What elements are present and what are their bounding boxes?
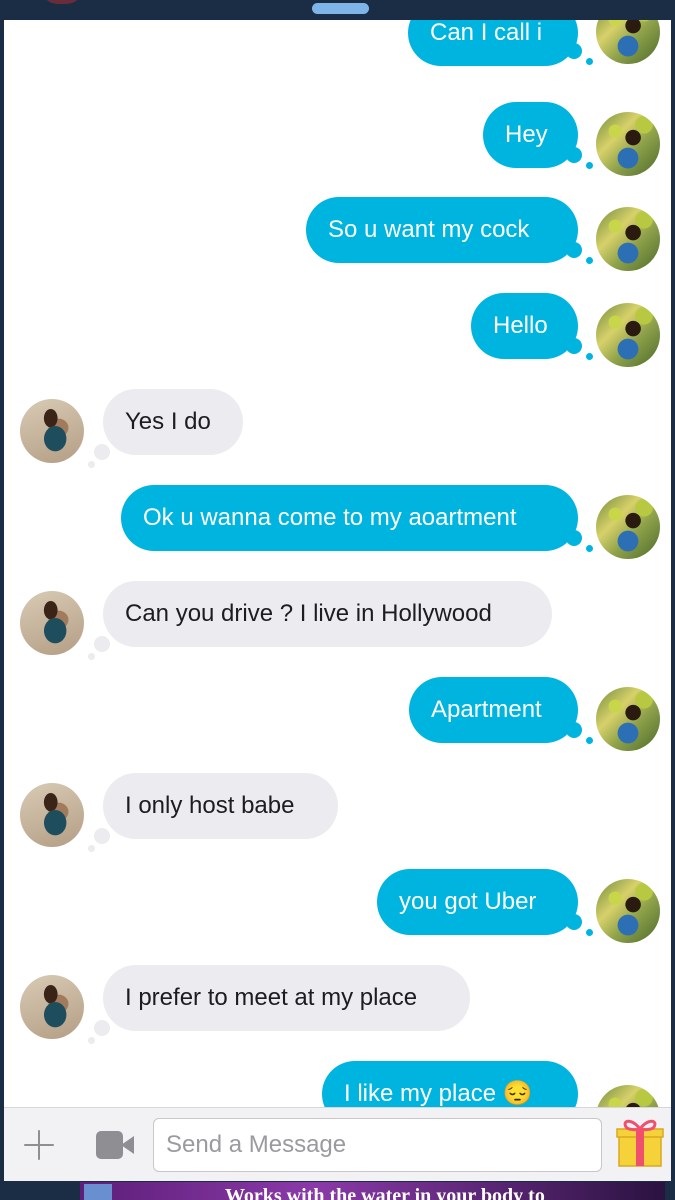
message-bubble[interactable]: Can I call i bbox=[408, 20, 578, 66]
message-bubble[interactable]: I only host babe bbox=[103, 773, 338, 839]
top-bar bbox=[0, 0, 675, 20]
message-row: I like my place 😔 bbox=[4, 1061, 671, 1107]
message-row: I prefer to meet at my place bbox=[4, 965, 671, 1045]
partial-avatar bbox=[40, 0, 84, 4]
bubble-tail bbox=[94, 1020, 110, 1036]
message-bubble[interactable]: you got Uber bbox=[377, 869, 578, 935]
bubble-tail bbox=[586, 545, 593, 552]
message-bubble[interactable]: Hello bbox=[471, 293, 578, 359]
plus-icon[interactable] bbox=[22, 1128, 56, 1162]
bubble-tail bbox=[586, 353, 593, 360]
bubble-tail bbox=[566, 242, 582, 258]
composer-bar bbox=[4, 1107, 671, 1181]
my-avatar[interactable] bbox=[596, 112, 660, 176]
bubble-tail bbox=[586, 162, 593, 169]
video-camera-icon[interactable] bbox=[96, 1131, 136, 1159]
my-avatar[interactable] bbox=[596, 303, 660, 367]
message-row: Can I call i bbox=[4, 20, 671, 80]
message-input[interactable] bbox=[153, 1118, 602, 1172]
message-bubble[interactable]: I like my place 😔 bbox=[322, 1061, 578, 1107]
message-bubble[interactable]: I prefer to meet at my place bbox=[103, 965, 470, 1031]
bubble-tail bbox=[586, 257, 593, 264]
ad-text: Works with the water in your body to bbox=[225, 1185, 545, 1200]
message-row: Hey bbox=[4, 102, 671, 182]
my-avatar[interactable] bbox=[596, 20, 660, 64]
bubble-tail bbox=[566, 914, 582, 930]
contact-avatar[interactable] bbox=[20, 399, 84, 463]
bubble-tail bbox=[88, 845, 95, 852]
ad-play-icon bbox=[84, 1184, 112, 1200]
my-avatar[interactable] bbox=[596, 879, 660, 943]
bubble-tail bbox=[566, 43, 582, 59]
my-avatar[interactable] bbox=[596, 1085, 660, 1107]
bubble-tail bbox=[94, 636, 110, 652]
bubble-tail bbox=[566, 530, 582, 546]
message-bubble[interactable]: Ok u wanna come to my aoartment bbox=[121, 485, 578, 551]
bubble-tail bbox=[566, 338, 582, 354]
bubble-tail bbox=[566, 722, 582, 738]
chat-thread[interactable]: Can I call i Hey So u want my cock Hello… bbox=[4, 20, 671, 1107]
message-bubble[interactable]: Yes I do bbox=[103, 389, 243, 455]
drag-handle[interactable] bbox=[312, 3, 369, 14]
message-bubble[interactable]: Hey bbox=[483, 102, 578, 168]
bubble-tail bbox=[88, 1037, 95, 1044]
my-avatar[interactable] bbox=[596, 207, 660, 271]
video-camera-lens bbox=[121, 1136, 134, 1154]
message-row: Apartment bbox=[4, 677, 671, 757]
message-row: Ok u wanna come to my aoartment bbox=[4, 485, 671, 565]
bubble-tail bbox=[586, 929, 593, 936]
gift-icon[interactable] bbox=[616, 1116, 664, 1168]
bubble-tail bbox=[586, 58, 593, 65]
bottom-edge bbox=[0, 1182, 80, 1200]
contact-avatar[interactable] bbox=[20, 975, 84, 1039]
message-bubble[interactable]: So u want my cock bbox=[306, 197, 578, 263]
bubble-tail bbox=[88, 653, 95, 660]
message-row: Yes I do bbox=[4, 389, 671, 469]
message-row: Hello bbox=[4, 293, 671, 373]
bubble-tail bbox=[94, 828, 110, 844]
bubble-tail bbox=[94, 444, 110, 460]
message-bubble[interactable]: Apartment bbox=[409, 677, 578, 743]
bubble-tail bbox=[586, 737, 593, 744]
my-avatar[interactable] bbox=[596, 495, 660, 559]
contact-avatar[interactable] bbox=[20, 591, 84, 655]
bubble-tail bbox=[566, 147, 582, 163]
message-row: So u want my cock bbox=[4, 197, 671, 277]
message-row: Can you drive ? I live in Hollywood bbox=[4, 581, 671, 661]
bubble-tail bbox=[88, 461, 95, 468]
message-row: I only host babe bbox=[4, 773, 671, 853]
video-camera-body bbox=[96, 1131, 123, 1159]
message-row: you got Uber bbox=[4, 869, 671, 949]
ad-banner[interactable]: Works with the water in your body to bbox=[80, 1182, 665, 1200]
message-bubble[interactable]: Can you drive ? I live in Hollywood bbox=[103, 581, 552, 647]
my-avatar[interactable] bbox=[596, 687, 660, 751]
contact-avatar[interactable] bbox=[20, 783, 84, 847]
